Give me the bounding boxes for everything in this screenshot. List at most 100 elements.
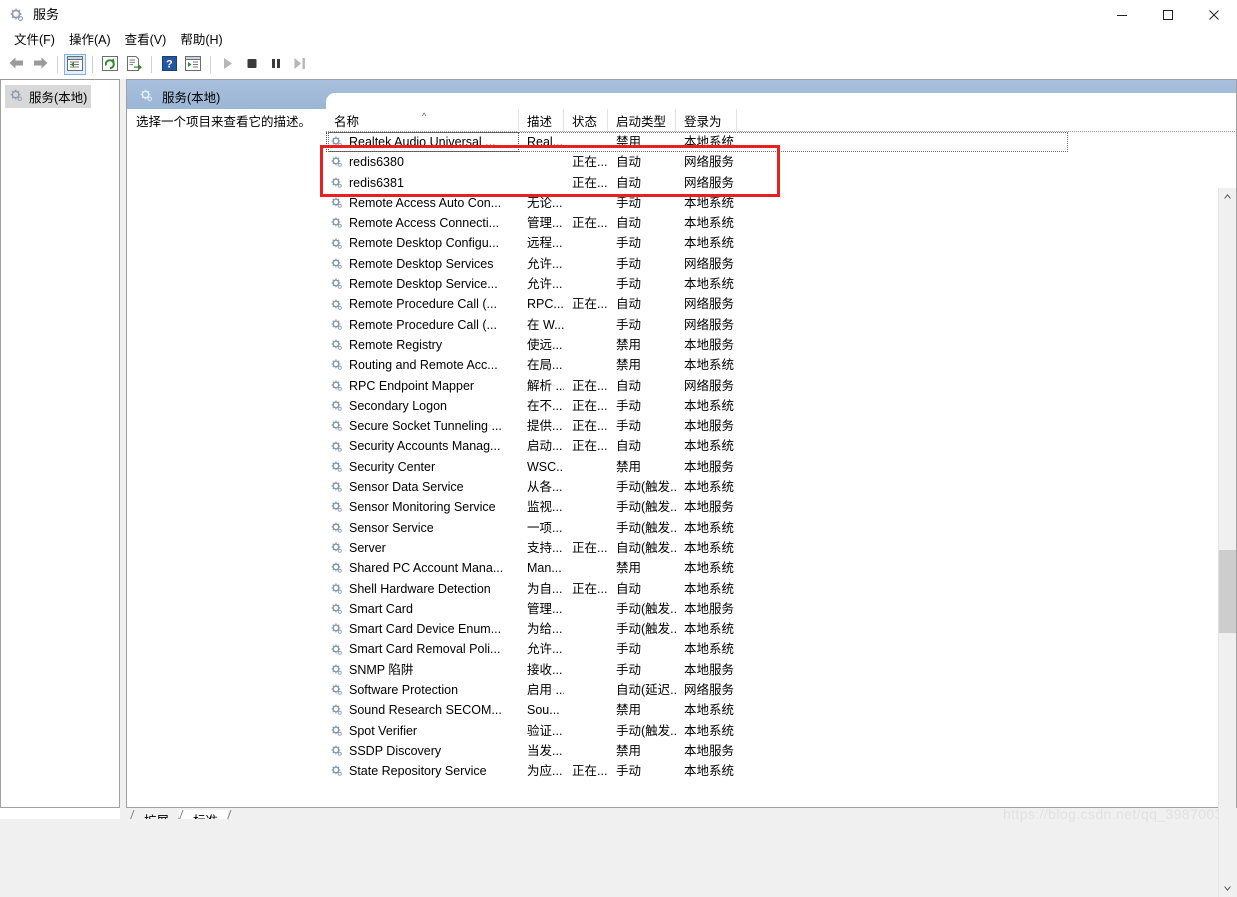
table-row[interactable]: Realtek Audio Universal ... Real... 禁用 本地系统 bbox=[326, 132, 1235, 153]
tree-node-services-local[interactable]: 服务(本地) bbox=[5, 85, 92, 108]
maximize-button[interactable] bbox=[1145, 0, 1191, 29]
cell-status: 正在... bbox=[572, 297, 608, 312]
cell-log-on-as: 网络服务 bbox=[684, 175, 735, 190]
pane-header-label-group: 服务(本地) bbox=[139, 87, 220, 106]
cell-service-name: Spot Verifier bbox=[326, 721, 519, 741]
service-name-label: Remote Access Connecti... bbox=[349, 216, 500, 231]
table-row[interactable]: Smart Card 管理... 手动(触发... 本地服务 bbox=[326, 599, 1235, 619]
cell-description: 为自... bbox=[527, 581, 563, 596]
table-row[interactable]: State Repository Service 为应... 正在... 手动 本地系统 bbox=[326, 761, 1235, 781]
table-row[interactable]: SSDP Discovery 当发... 禁用 本地服务 bbox=[326, 741, 1235, 761]
column-header-log-on-as[interactable]: 登录为 bbox=[676, 109, 737, 132]
table-row[interactable]: Remote Access Connecti... 管理... 正在... 自动 本地系… bbox=[326, 213, 1235, 233]
services-gear-icon bbox=[9, 88, 24, 106]
minimize-button[interactable] bbox=[1099, 0, 1145, 29]
properties-button[interactable] bbox=[182, 54, 204, 75]
scroll-up-button[interactable] bbox=[1219, 188, 1236, 205]
column-header-status[interactable]: 状态 bbox=[564, 109, 608, 132]
table-row[interactable]: Remote Registry 使远... 禁用 本地服务 bbox=[326, 335, 1235, 355]
cell-status bbox=[564, 518, 608, 538]
cell-status: 正在... bbox=[572, 540, 608, 555]
table-row[interactable]: Remote Procedure Call (... RPC... 正在... 自动 网… bbox=[326, 294, 1235, 314]
cell-startup-type: 禁用 bbox=[616, 743, 642, 758]
scroll-down-button[interactable] bbox=[1219, 880, 1236, 897]
table-row[interactable]: Server 支持... 正在... 自动(触发... 本地系统 bbox=[326, 538, 1235, 558]
services-list: 名称 ^ 描述 状态 启动类型 登录为 Realtek Audio Univer… bbox=[326, 109, 1235, 806]
table-row[interactable]: Secondary Logon 在不... 正在... 手动 本地系统 bbox=[326, 396, 1235, 416]
table-row[interactable]: Routing and Remote Acc... 在局... 禁用 本地系统 bbox=[326, 355, 1235, 375]
cell-description: 在 W... bbox=[527, 317, 564, 332]
service-name-label: Smart Card bbox=[349, 601, 413, 616]
service-gear-icon bbox=[330, 155, 344, 169]
stop-icon bbox=[246, 57, 258, 73]
show-hide-tree-button[interactable] bbox=[64, 54, 86, 75]
table-row[interactable]: Security Accounts Manag... 启动... 正在... 自动 本地… bbox=[326, 436, 1235, 456]
cell-description: 在不... bbox=[527, 398, 563, 413]
start-service-button[interactable] bbox=[217, 54, 239, 75]
cell-log-on-as: 本地服务 bbox=[684, 459, 735, 474]
table-row[interactable]: Software Protection 启用 ... 自动(延迟... 网络服务 bbox=[326, 680, 1235, 700]
table-row[interactable]: Smart Card Device Enum... 为给... 手动(触发... 本地… bbox=[326, 619, 1235, 639]
menu-help[interactable]: 帮助(H) bbox=[173, 31, 229, 50]
cell-service-name: RPC Endpoint Mapper bbox=[326, 376, 519, 396]
cell-status bbox=[564, 558, 608, 578]
help-button[interactable]: ? bbox=[158, 54, 180, 75]
stop-service-button[interactable] bbox=[241, 54, 263, 75]
cell-service-name: Smart Card Device Enum... bbox=[326, 619, 519, 639]
table-row[interactable]: Shell Hardware Detection 为自... 正在... 自动 本地系统 bbox=[326, 579, 1235, 599]
table-row[interactable]: Sensor Data Service 从各... 手动(触发... 本地系统 bbox=[326, 477, 1235, 497]
menu-file[interactable]: 文件(F) bbox=[7, 31, 62, 50]
column-header-description[interactable]: 描述 bbox=[519, 109, 564, 132]
cell-service-name: Sensor Service bbox=[326, 518, 519, 538]
scrollbar-track[interactable] bbox=[1219, 205, 1236, 880]
column-header-startup-type[interactable]: 启动类型 bbox=[608, 109, 676, 132]
restart-service-button[interactable] bbox=[289, 54, 311, 75]
cell-startup-type: 手动 bbox=[616, 398, 642, 413]
table-row[interactable]: Shared PC Account Mana... Man... 禁用 本地系统 bbox=[326, 558, 1235, 578]
service-gear-icon bbox=[330, 582, 344, 596]
menu-bar: 文件(F) 操作(A) 查看(V) 帮助(H) bbox=[0, 30, 1237, 51]
table-row[interactable]: Smart Card Removal Poli... 允许... 手动 本地系统 bbox=[326, 639, 1235, 659]
table-row[interactable]: Remote Desktop Configu... 远程... 手动 本地系统 bbox=[326, 233, 1235, 253]
back-button[interactable] bbox=[5, 54, 27, 75]
column-header-name-label: 名称 bbox=[334, 115, 360, 129]
service-gear-icon bbox=[330, 683, 344, 697]
table-row[interactable]: SNMP 陷阱 接收... 手动 本地服务 bbox=[326, 660, 1235, 680]
table-row[interactable]: Remote Access Auto Con... 无论... 手动 本地系统 bbox=[326, 193, 1235, 213]
toolbar: ? bbox=[0, 52, 1237, 77]
table-row[interactable]: Remote Desktop Services 允许... 手动 网络服务 bbox=[326, 254, 1235, 274]
service-gear-icon bbox=[330, 298, 344, 312]
close-button[interactable] bbox=[1191, 0, 1237, 29]
toolbar-separator bbox=[210, 56, 211, 73]
column-header-name[interactable]: 名称 ^ bbox=[326, 109, 519, 132]
table-row[interactable]: Secure Socket Tunneling ... 提供... 正在... 手动 本… bbox=[326, 416, 1235, 436]
services-pane: 服务(本地) 选择一个项目来查看它的描述。 名称 ^ 描述 状态 启动类型 登录… bbox=[126, 79, 1237, 897]
question-mark-icon: ? bbox=[161, 55, 177, 74]
cell-description: 在局... bbox=[527, 358, 563, 373]
vertical-scrollbar[interactable] bbox=[1218, 188, 1236, 897]
table-row[interactable]: Sensor Service 一项... 手动(触发... 本地系统 bbox=[326, 518, 1235, 538]
table-row[interactable]: Remote Procedure Call (... 在 W... 手动 网络服务 bbox=[326, 315, 1235, 335]
cell-status bbox=[564, 660, 608, 680]
table-row[interactable]: Spot Verifier 验证... 手动(触发... 本地系统 bbox=[326, 721, 1235, 741]
table-row[interactable]: Security Center WSC... 禁用 本地服务 bbox=[326, 457, 1235, 477]
table-row[interactable]: Remote Desktop Service... 允许... 手动 本地系统 bbox=[326, 274, 1235, 294]
table-row[interactable]: Sound Research SECOM... Sou... 禁用 本地系统 bbox=[326, 700, 1235, 720]
menu-view[interactable]: 查看(V) bbox=[118, 31, 174, 50]
table-row[interactable]: Sensor Monitoring Service 监视... 手动(触发... 本地… bbox=[326, 497, 1235, 517]
pause-service-button[interactable] bbox=[265, 54, 287, 75]
cell-status: 正在... bbox=[572, 419, 608, 434]
forward-button[interactable] bbox=[29, 54, 51, 75]
menu-action[interactable]: 操作(A) bbox=[62, 31, 118, 50]
scrollbar-thumb[interactable] bbox=[1219, 550, 1236, 633]
cell-startup-type: 手动(触发... bbox=[616, 480, 676, 495]
table-row[interactable]: redis6380 正在... 自动 网络服务 bbox=[326, 152, 1235, 172]
refresh-button[interactable] bbox=[99, 54, 121, 75]
services-gear-icon bbox=[9, 7, 25, 23]
cell-description: 一项... bbox=[527, 520, 563, 535]
cell-log-on-as: 本地系统 bbox=[684, 622, 735, 637]
export-list-button[interactable] bbox=[123, 54, 145, 75]
table-row[interactable]: redis6381 正在... 自动 网络服务 bbox=[326, 173, 1235, 193]
table-row[interactable]: RPC Endpoint Mapper 解析 ... 正在... 自动 网络服务 bbox=[326, 376, 1235, 396]
service-gear-icon bbox=[330, 643, 344, 657]
